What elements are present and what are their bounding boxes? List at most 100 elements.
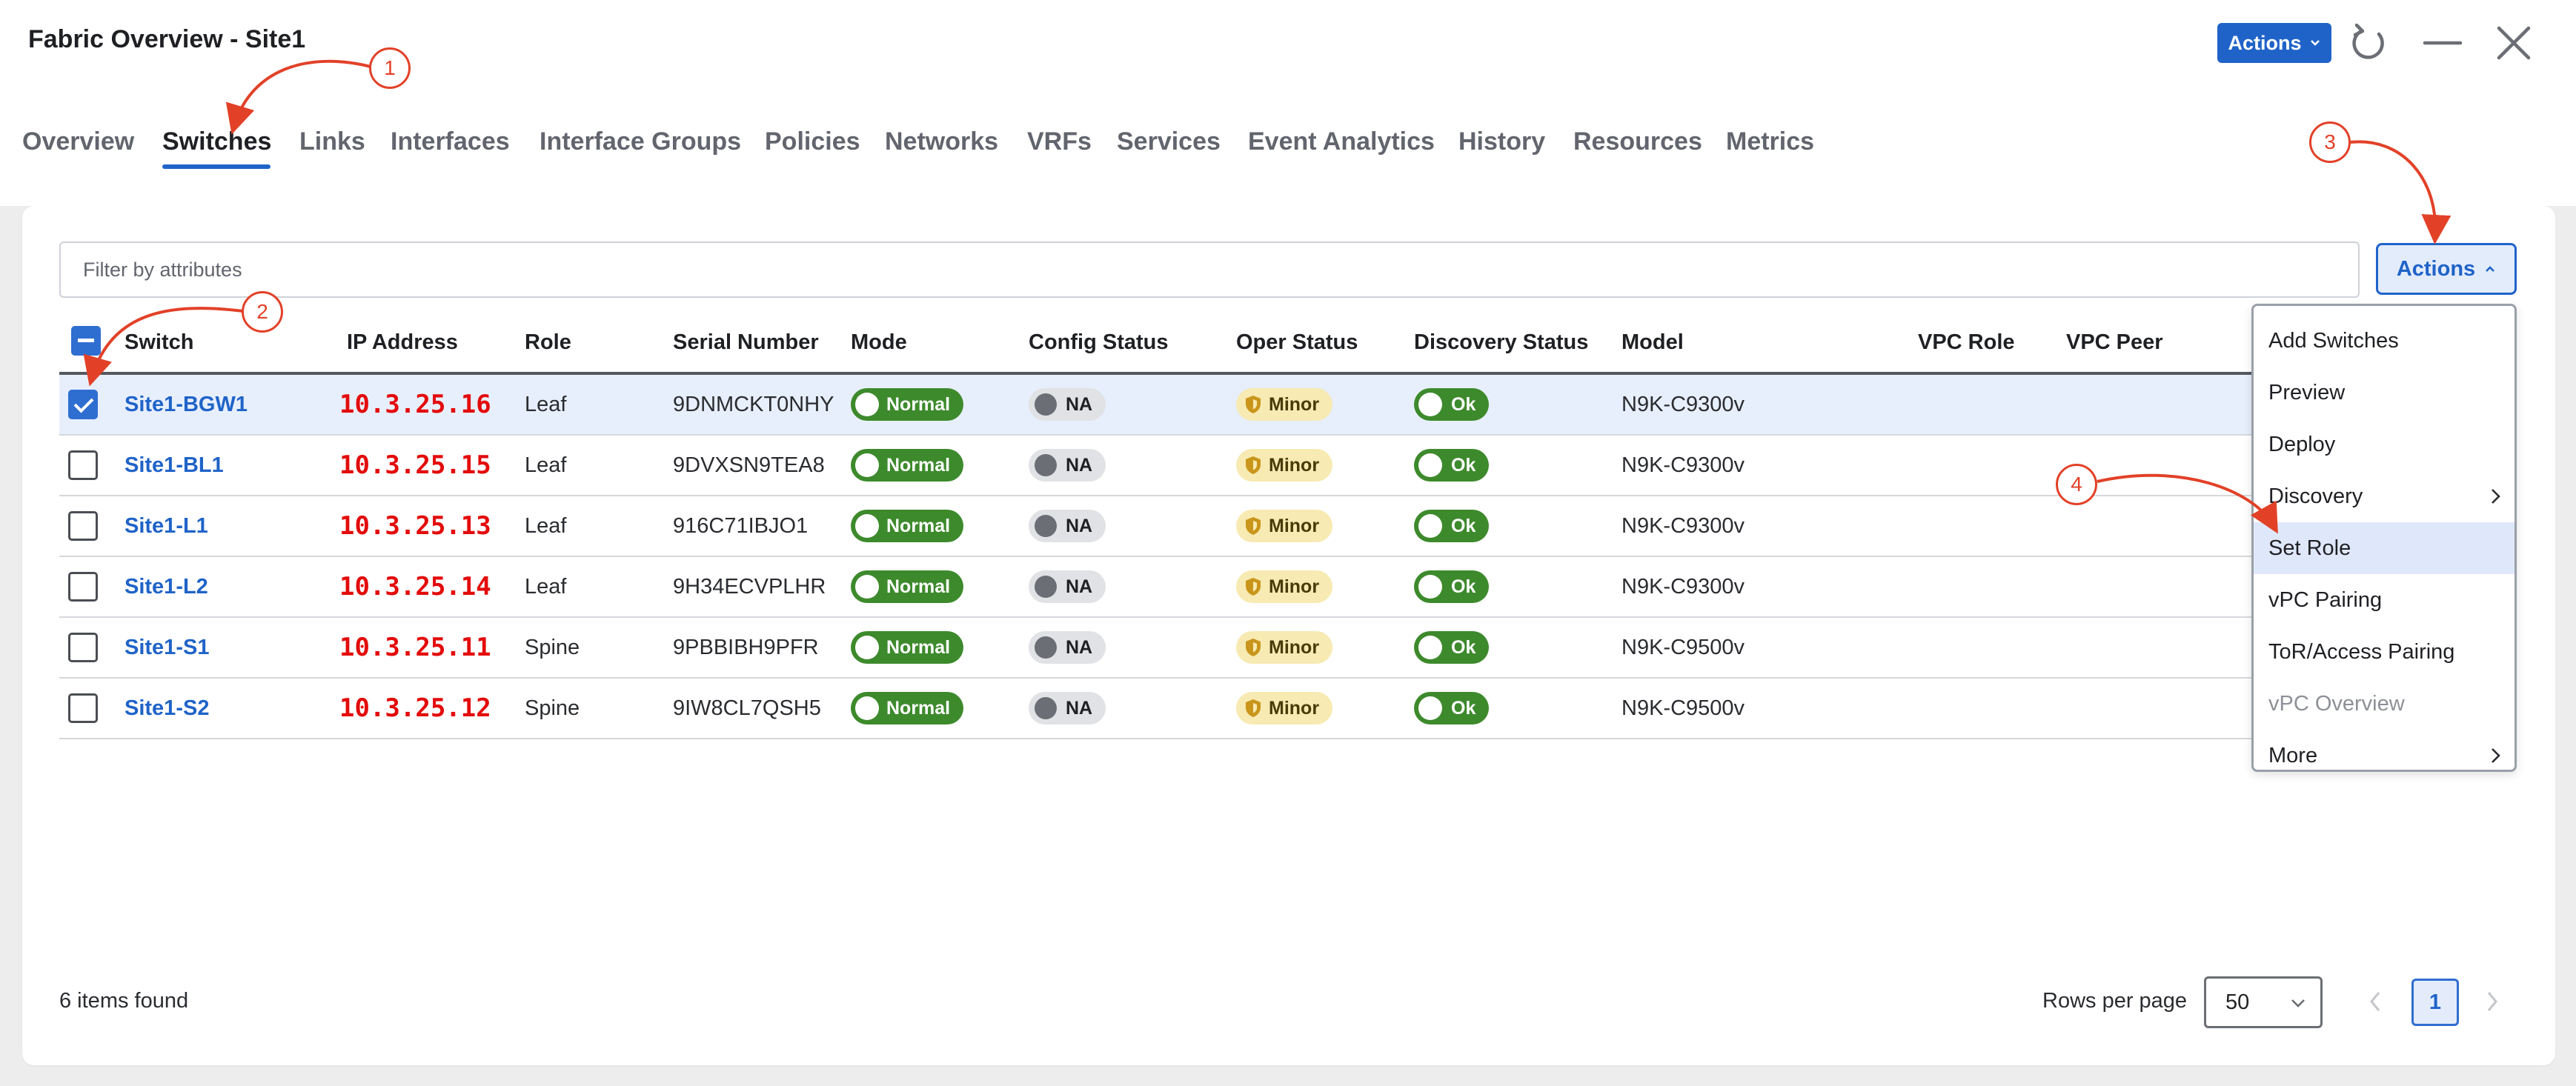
discovery-status-label: Ok: [1451, 454, 1476, 476]
config-status-badge: NA: [1029, 388, 1106, 421]
row-checkbox[interactable]: [68, 693, 98, 723]
discovery-status-label: Ok: [1451, 697, 1476, 719]
tab-metrics[interactable]: Metrics: [1726, 127, 1814, 156]
tab-overview[interactable]: Overview: [22, 127, 134, 156]
config-status-label: NA: [1066, 697, 1093, 719]
switch-name-link[interactable]: Site1-L1: [125, 514, 208, 539]
column-header-serial[interactable]: Serial Number: [673, 330, 819, 355]
mode-badge: Normal: [851, 510, 964, 542]
discovery-status-badge: Ok: [1414, 692, 1490, 724]
header-actions-button[interactable]: Actions: [2217, 23, 2331, 63]
menu-item-label: ToR/Access Pairing: [2268, 639, 2455, 664]
tab-networks[interactable]: Networks: [885, 127, 998, 156]
menu-item-preview[interactable]: Preview: [2254, 367, 2514, 419]
row-checkbox[interactable]: [68, 572, 98, 602]
discovery-status-badge: Ok: [1414, 388, 1490, 421]
column-header-switch[interactable]: Switch: [125, 330, 193, 355]
ip-address: 10.3.25.12: [339, 693, 491, 723]
discovery-status-label: Ok: [1451, 515, 1476, 536]
page-number-button[interactable]: 1: [2411, 979, 2459, 1026]
chevron-up-icon: [2486, 266, 2495, 272]
toggle-dot-icon: [1418, 575, 1442, 599]
ip-address: 10.3.25.15: [339, 450, 491, 480]
column-header-model[interactable]: Model: [1621, 330, 1684, 355]
table-row[interactable]: Site1-BL1 10.3.25.15 Leaf 9DVXSN9TEA8 Normal…: [59, 436, 2315, 496]
tab-interface-groups[interactable]: Interface Groups: [540, 127, 741, 156]
menu-item-discovery[interactable]: Discovery: [2254, 470, 2514, 522]
model-cell: N9K-C9500v: [1621, 696, 1745, 720]
row-checkbox[interactable]: [68, 450, 98, 480]
switch-name-link[interactable]: Site1-S1: [125, 636, 209, 660]
table-row[interactable]: Site1-L1 10.3.25.13 Leaf 916C71IBJO1 Normal N…: [59, 496, 2315, 557]
close-icon[interactable]: [2492, 21, 2536, 65]
tab-services[interactable]: Services: [1117, 127, 1221, 156]
tab-interfaces[interactable]: Interfaces: [391, 127, 510, 156]
oper-status-badge: Minor: [1236, 570, 1333, 603]
serial-number-cell: 9DVXSN9TEA8: [673, 453, 825, 477]
table-row[interactable]: Site1-S1 10.3.25.11 Spine 9PBBIBH9PFR Normal…: [59, 618, 2315, 679]
actions-dropdown-button[interactable]: Actions: [2376, 243, 2517, 295]
tab-switches[interactable]: Switches: [162, 127, 271, 156]
menu-item-deploy[interactable]: Deploy: [2254, 419, 2514, 470]
tab-event-analytics[interactable]: Event Analytics: [1248, 127, 1435, 156]
tab-vrfs[interactable]: VRFs: [1027, 127, 1092, 156]
discovery-status-badge: Ok: [1414, 631, 1490, 664]
config-status-badge: NA: [1029, 510, 1106, 542]
page-title: Fabric Overview - Site1: [28, 25, 306, 53]
shield-icon: [1246, 456, 1261, 474]
mode-label: Normal: [886, 576, 951, 597]
discovery-status-label: Ok: [1451, 576, 1476, 597]
tab-links[interactable]: Links: [299, 127, 365, 156]
table-row[interactable]: Site1-S2 10.3.25.12 Spine 9IW8CL7QSH5 Normal…: [59, 679, 2315, 739]
config-status-label: NA: [1066, 576, 1093, 597]
toggle-dot-icon: [1418, 696, 1442, 720]
menu-item-more[interactable]: More: [2254, 730, 2514, 782]
column-header-ip[interactable]: IP Address: [347, 330, 458, 355]
column-header-vpc-role[interactable]: VPC Role: [1918, 330, 2015, 355]
config-status-label: NA: [1066, 515, 1093, 536]
menu-item-add-switches[interactable]: Add Switches: [2254, 315, 2514, 367]
switch-name-link[interactable]: Site1-BGW1: [125, 393, 248, 417]
row-checkbox[interactable]: [68, 390, 98, 419]
table-row[interactable]: Site1-BGW1 10.3.25.16 Leaf 9DNMCKT0NHY Norma…: [59, 375, 2315, 436]
mode-label: Normal: [886, 393, 951, 415]
tab-history[interactable]: History: [1458, 127, 1545, 156]
ip-address: 10.3.25.11: [339, 633, 491, 662]
switch-name-link[interactable]: Site1-S2: [125, 696, 209, 721]
column-header-discovery-status[interactable]: Discovery Status: [1414, 330, 1588, 355]
model-cell: N9K-C9500v: [1621, 635, 1745, 659]
toggle-dot-icon: [855, 453, 879, 477]
rows-per-page-select[interactable]: 50: [2204, 976, 2323, 1028]
column-header-vpc-peer[interactable]: VPC Peer: [2066, 330, 2163, 355]
config-status-label: NA: [1066, 393, 1093, 415]
column-header-config-status[interactable]: Config Status: [1029, 330, 1169, 355]
prev-page-icon[interactable]: [2366, 988, 2385, 1015]
tab-resources[interactable]: Resources: [1573, 127, 1702, 156]
switch-name-link[interactable]: Site1-L2: [125, 575, 208, 599]
ip-address: 10.3.25.13: [339, 511, 491, 541]
column-header-mode[interactable]: Mode: [851, 330, 907, 355]
select-all-checkbox[interactable]: [71, 326, 101, 356]
minimize-icon[interactable]: [2420, 21, 2465, 65]
tab-policies[interactable]: Policies: [765, 127, 860, 156]
toggle-dot-icon: [855, 393, 879, 416]
menu-item-tor-access-pairing[interactable]: ToR/Access Pairing: [2254, 626, 2514, 678]
oper-status-badge: Minor: [1236, 449, 1333, 482]
filter-input[interactable]: Filter by attributes: [59, 241, 2360, 298]
column-header-oper-status[interactable]: Oper Status: [1236, 330, 1358, 355]
column-header-role[interactable]: Role: [525, 330, 571, 355]
table-row[interactable]: Site1-L2 10.3.25.14 Leaf 9H34ECVPLHR Normal N…: [59, 557, 2315, 618]
tab-bar: Overview Switches Links Interfaces Inter…: [0, 90, 2576, 206]
next-page-icon[interactable]: [2483, 988, 2502, 1015]
config-status-badge: NA: [1029, 692, 1106, 724]
menu-item-set-role[interactable]: Set Role: [2254, 522, 2514, 574]
role-cell: Spine: [525, 696, 580, 720]
menu-item-vpc-pairing[interactable]: vPC Pairing: [2254, 574, 2514, 626]
switch-name-link[interactable]: Site1-BL1: [125, 453, 224, 478]
row-checkbox[interactable]: [68, 633, 98, 662]
model-cell: N9K-C9300v: [1621, 513, 1745, 538]
discovery-status-badge: Ok: [1414, 449, 1490, 482]
menu-item-label: Deploy: [2268, 432, 2336, 456]
refresh-icon[interactable]: [2346, 21, 2391, 65]
row-checkbox[interactable]: [68, 511, 98, 541]
